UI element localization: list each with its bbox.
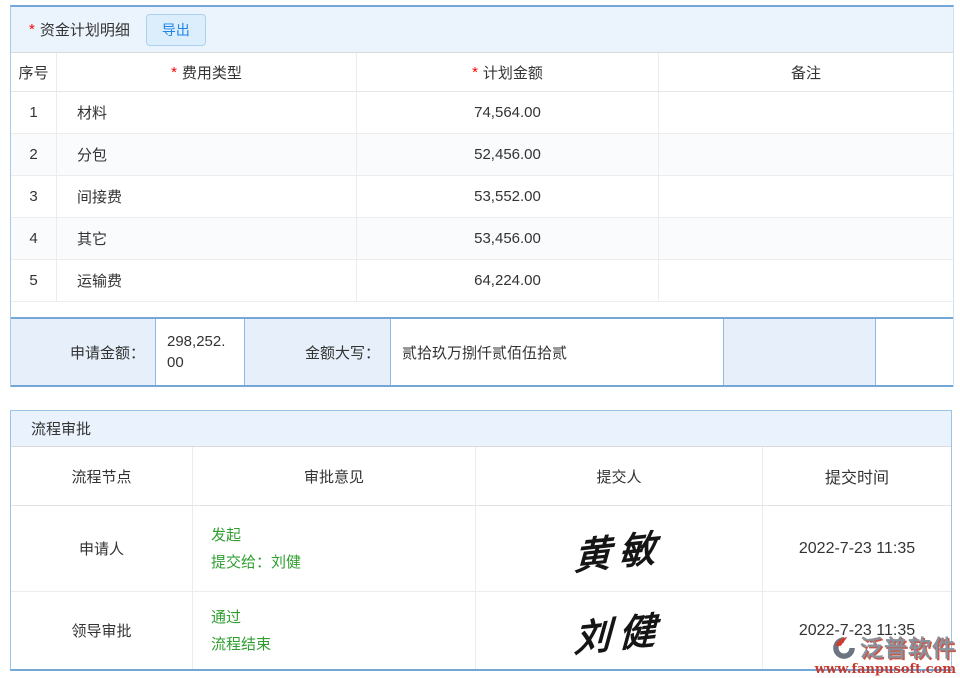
approval-row: 领导审批 通过 流程结束 刘健 2022-7-23 11:35 [11,592,951,669]
table-summary-gap [11,302,953,317]
header-process-node: 流程节点 [11,447,193,505]
header-expense-type: * 费用类型 [57,53,357,91]
amount-in-words-label: 金额大写： [245,319,390,385]
required-asterisk: * [171,64,177,81]
row-expense-type: 运输费 [57,260,357,301]
opinion-line: 发起 [211,522,241,549]
summary-spacer-cell [724,319,876,385]
row-index: 1 [11,92,57,133]
workflow-approval-panel: 流程审批 流程节点 审批意见 提交人 提交时间 申请人 发起 提交给：刘健 黄敏… [10,410,952,671]
row-index: 2 [11,134,57,175]
fund-plan-titlebar: * 资金计划明细 导出 [11,7,953,53]
page: * 资金计划明细 导出 序号 * 费用类型 * 计划金额 备注 1 材料 74,… [0,0,960,678]
row-index: 4 [11,218,57,259]
row-note [659,260,953,301]
opinion-line: 提交给：刘健 [211,549,301,576]
header-index: 序号 [11,53,57,91]
process-node: 领导审批 [11,592,193,669]
row-expense-type: 材料 [57,92,357,133]
fund-plan-panel: * 资金计划明细 导出 序号 * 费用类型 * 计划金额 备注 1 材料 74,… [10,5,954,387]
table-row: 1 材料 74,564.00 [11,92,953,134]
row-index: 3 [11,176,57,217]
row-planned-amount: 53,456.00 [357,218,659,259]
row-planned-amount: 74,564.00 [357,92,659,133]
row-expense-type: 其它 [57,218,357,259]
signature-handwriting: 黄敏 [573,517,664,581]
approval-opinion: 通过 流程结束 [193,592,476,669]
summary-bar: 申请金额： 298,252.00 金额大写： 贰拾玖万捌仟贰佰伍拾贰 [11,317,953,387]
header-approval-opinion: 审批意见 [193,447,476,505]
row-index: 5 [11,260,57,301]
table-row: 3 间接费 53,552.00 [11,176,953,218]
export-button[interactable]: 导出 [146,14,206,46]
signature-handwriting: 刘健 [573,599,664,663]
submit-time: 2022-7-23 11:35 [763,506,951,591]
row-note [659,134,953,175]
submitter-signature-cell: 刘健 [476,592,763,669]
row-note [659,218,953,259]
opinion-line: 流程结束 [211,631,271,658]
opinion-line: 通过 [211,604,241,631]
table-row: 5 运输费 64,224.00 [11,260,953,302]
fund-plan-title: 资金计划明细 [40,19,130,40]
header-planned-amount-label: 计划金额 [483,62,543,83]
submit-time: 2022-7-23 11:35 [763,592,951,669]
amount-in-words-value: 贰拾玖万捌仟贰佰伍拾贰 [390,319,724,385]
header-planned-amount: * 计划金额 [357,53,659,91]
table-row: 4 其它 53,456.00 [11,218,953,260]
required-asterisk: * [29,21,35,38]
process-node: 申请人 [11,506,193,591]
approval-row: 申请人 发起 提交给：刘健 黄敏 2022-7-23 11:35 [11,506,951,592]
approval-header-row: 流程节点 审批意见 提交人 提交时间 [11,447,951,506]
row-expense-type: 间接费 [57,176,357,217]
header-submitter: 提交人 [476,447,763,505]
header-note: 备注 [659,53,953,91]
row-planned-amount: 64,224.00 [357,260,659,301]
row-planned-amount: 52,456.00 [357,134,659,175]
approval-opinion: 发起 提交给：刘健 [193,506,476,591]
header-submit-time: 提交时间 [763,447,951,505]
row-expense-type: 分包 [57,134,357,175]
workflow-approval-title: 流程审批 [11,411,951,447]
submitter-signature-cell: 黄敏 [476,506,763,591]
row-note [659,92,953,133]
summary-tail-cell [876,319,953,385]
table-row: 2 分包 52,456.00 [11,134,953,176]
row-planned-amount: 53,552.00 [357,176,659,217]
header-expense-type-label: 费用类型 [182,62,242,83]
fund-table-header-row: 序号 * 费用类型 * 计划金额 备注 [11,53,953,92]
apply-amount-label: 申请金额： [11,319,155,385]
required-asterisk: * [472,64,478,81]
row-note [659,176,953,217]
apply-amount-value: 298,252.00 [155,319,245,385]
